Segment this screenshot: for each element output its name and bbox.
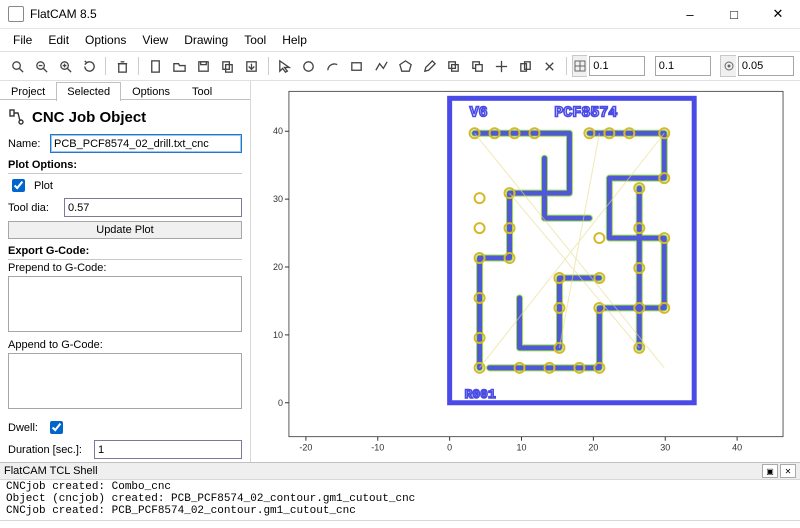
svg-text:PCF8574: PCF8574 [554,105,617,121]
toolbar [0,51,800,81]
rectangle-icon[interactable] [346,54,368,78]
export-icon[interactable] [241,54,263,78]
close-button[interactable]: ✕ [756,0,800,28]
toolbar-separator [138,57,139,75]
duration-label: Duration [sec.]: [8,444,88,456]
shell-log[interactable]: CNCjob created: Combo_cnc Object (cncjob… [0,480,800,520]
svg-text:-20: -20 [299,443,312,453]
svg-text:R001: R001 [465,387,496,402]
shell-title-label: FlatCAM TCL Shell [4,465,98,477]
menu-drawing[interactable]: Drawing [177,31,235,49]
maximize-button[interactable]: □ [712,0,756,28]
svg-text:30: 30 [660,443,670,453]
toolbar-separator [105,57,106,75]
append-label: Append to G-Code: [8,339,242,351]
circle-icon[interactable] [298,54,320,78]
svg-text:-10: -10 [371,443,384,453]
polygon-icon[interactable] [394,54,416,78]
tab-selected[interactable]: Selected [56,82,121,101]
save-icon[interactable] [192,54,214,78]
titlebar: FlatCAM 8.5 – □ ✕ [0,0,800,29]
zoom-out-icon[interactable] [30,54,52,78]
svg-text:40: 40 [273,126,283,136]
plot-checkbox-label: Plot [34,180,53,192]
select-icon[interactable] [274,54,296,78]
svg-text:40: 40 [732,443,742,453]
menu-tool[interactable]: Tool [237,31,273,49]
menubar: File Edit Options View Drawing Tool Help [0,29,800,51]
svg-text:V6: V6 [470,105,488,121]
svg-text:10: 10 [273,330,283,340]
window-title: FlatCAM 8.5 [30,7,97,21]
move-icon[interactable] [491,54,513,78]
copy-icon[interactable] [217,54,239,78]
plot-area[interactable]: -20 -10 0 10 20 30 40 0 10 20 30 40 [251,81,800,462]
menu-help[interactable]: Help [275,31,314,49]
shell-line: CNCjob created: Combo_cnc [6,481,794,493]
polyline-icon[interactable] [370,54,392,78]
name-input[interactable] [50,134,242,153]
prepend-label: Prepend to G-Code: [8,262,242,274]
delete-icon[interactable] [539,54,561,78]
side-panel: Project Selected Options Tool CNC Job Ob… [0,81,251,462]
tab-tool[interactable]: Tool [181,82,223,101]
prepend-textarea[interactable] [8,276,242,332]
arc-icon[interactable] [322,54,344,78]
tool-dia-label: Tool dia: [8,202,58,214]
cnc-icon [8,108,26,126]
subtract-icon[interactable] [466,54,488,78]
name-label: Name: [8,138,44,150]
shell-line: CNCjob created: PCB_PCF8574_02_contour.g… [6,505,794,517]
svg-text:20: 20 [273,262,283,272]
grid-icon [572,55,588,77]
append-textarea[interactable] [8,353,242,409]
svg-text:0: 0 [278,398,283,408]
plot-options-label: Plot Options: [8,159,242,174]
edit-icon[interactable] [418,54,440,78]
shell-close-button[interactable]: ✕ [780,464,796,478]
dwell-checkbox[interactable] [50,421,63,434]
menu-file[interactable]: File [6,31,39,49]
shell-line: Object (cncjob) created: PCB_PCF8574_02_… [6,493,794,505]
grid-x-input[interactable] [589,56,645,76]
menu-edit[interactable]: Edit [41,31,76,49]
app-icon [8,6,24,22]
svg-text:20: 20 [588,443,598,453]
toolbar-separator [268,57,269,75]
clone-icon[interactable] [515,54,537,78]
new-icon[interactable] [144,54,166,78]
update-plot-button[interactable]: Update Plot [8,221,242,239]
export-gcode-label: Export G-Code: [8,245,242,260]
tab-project[interactable]: Project [0,82,56,101]
dwell-label: Dwell: [8,422,40,434]
snap-icon [720,55,736,77]
replot-icon[interactable] [78,54,100,78]
shell-input[interactable] [0,520,800,528]
minimize-button[interactable]: – [668,0,712,28]
zoom-in-icon[interactable] [54,54,76,78]
panel-title: CNC Job Object [8,108,242,126]
menu-view[interactable]: View [135,31,175,49]
svg-text:0: 0 [447,443,452,453]
svg-text:30: 30 [273,194,283,204]
window-controls: – □ ✕ [668,0,800,28]
plot-checkbox[interactable] [12,179,25,192]
union-icon[interactable] [442,54,464,78]
grid-y-input[interactable] [655,56,711,76]
tab-options[interactable]: Options [121,82,181,101]
duration-input[interactable] [94,440,242,459]
trash-icon[interactable] [111,54,133,78]
menu-options[interactable]: Options [78,31,133,49]
tool-dia-input[interactable] [64,198,242,217]
panel-tabs: Project Selected Options Tool [0,81,250,100]
shell-panel: FlatCAM TCL Shell ▣ ✕ CNCjob created: Co… [0,462,800,528]
shell-undock-button[interactable]: ▣ [762,464,778,478]
snap-input[interactable] [738,56,794,76]
svg-text:10: 10 [517,443,527,453]
zoom-fit-icon[interactable] [6,54,28,78]
open-icon[interactable] [168,54,190,78]
toolbar-separator [566,57,567,75]
